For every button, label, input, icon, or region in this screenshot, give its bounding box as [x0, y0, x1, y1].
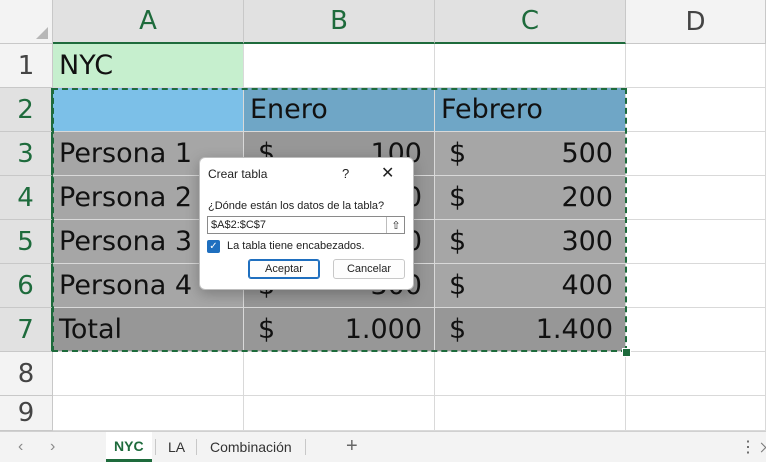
cell-c5-value: 300 — [561, 226, 613, 257]
range-question-label: ¿Dónde están los datos de la tabla? — [208, 200, 385, 212]
help-icon[interactable]: ? — [342, 166, 349, 181]
row-header-7[interactable]: 7 — [0, 308, 53, 352]
cell-d9[interactable] — [626, 396, 766, 431]
cell-a8[interactable] — [53, 352, 244, 396]
create-table-dialog: Crear tabla ? ✕ ¿Dónde están los datos d… — [199, 157, 414, 290]
more-options-icon[interactable]: ⋮ — [740, 437, 756, 457]
cell-d8[interactable] — [626, 352, 766, 396]
cell-d3[interactable] — [626, 132, 766, 176]
cell-c8[interactable] — [435, 352, 626, 396]
collapse-dialog-icon[interactable]: ⇧ — [386, 217, 405, 233]
currency-symbol: $ — [449, 138, 467, 169]
cell-c5[interactable]: $300 — [435, 220, 626, 264]
sheet-tab-combinacion[interactable]: Combinación — [202, 432, 300, 462]
cell-d4[interactable] — [626, 176, 766, 220]
tab-divider — [305, 439, 306, 455]
cell-a9[interactable] — [53, 396, 244, 431]
row-header-4[interactable]: 4 — [0, 176, 53, 220]
column-header-d[interactable]: D — [626, 0, 766, 44]
cell-d1[interactable] — [626, 44, 766, 88]
accept-button[interactable]: Aceptar — [248, 259, 320, 279]
column-header-a[interactable]: A — [53, 0, 244, 44]
cell-c1[interactable] — [435, 44, 626, 88]
row-header-8[interactable]: 8 — [0, 352, 53, 396]
currency-symbol: $ — [449, 182, 467, 213]
sheet-tab-nyc[interactable]: NYC — [106, 432, 152, 462]
cancel-button[interactable]: Cancelar — [333, 259, 405, 279]
row-header-6[interactable]: 6 — [0, 264, 53, 308]
has-headers-label[interactable]: La tabla tiene encabezados. — [227, 240, 365, 252]
currency-symbol: $ — [449, 226, 467, 257]
fill-handle[interactable] — [622, 348, 631, 357]
cell-a2[interactable] — [53, 88, 244, 132]
cell-b2[interactable]: Enero — [244, 88, 435, 132]
cell-b7[interactable]: $1.000 — [244, 308, 435, 352]
checkmark-icon: ✓ — [209, 241, 218, 252]
sheet-tab-la[interactable]: LA — [160, 432, 193, 462]
cell-c9[interactable] — [435, 396, 626, 431]
dialog-title: Crear tabla — [208, 167, 268, 181]
row-header-9[interactable]: 9 — [0, 396, 53, 431]
cell-d2[interactable] — [626, 88, 766, 132]
cell-c2[interactable]: Febrero — [435, 88, 626, 132]
currency-symbol: $ — [449, 270, 467, 301]
add-sheet-icon[interactable]: + — [346, 435, 358, 458]
cell-b1[interactable] — [244, 44, 435, 88]
select-all-triangle-icon — [36, 27, 48, 39]
previous-sheet-icon[interactable]: ‹ — [18, 438, 23, 456]
has-headers-checkbox[interactable]: ✓ — [207, 240, 220, 253]
cell-b9[interactable] — [244, 396, 435, 431]
cell-c6[interactable]: $400 — [435, 264, 626, 308]
column-header-b[interactable]: B — [244, 0, 435, 44]
range-input[interactable] — [207, 216, 405, 234]
sheet-tabs-bar: ‹ › NYC LA Combinación + ⋮ — [0, 431, 766, 462]
cell-a7[interactable]: Total — [53, 308, 244, 352]
currency-symbol: $ — [449, 314, 467, 345]
cell-d7[interactable] — [626, 308, 766, 352]
row-header-5[interactable]: 5 — [0, 220, 53, 264]
row-header-3[interactable]: 3 — [0, 132, 53, 176]
close-icon[interactable]: ✕ — [381, 163, 394, 183]
row-header-2[interactable]: 2 — [0, 88, 53, 132]
row-header-1[interactable]: 1 — [0, 44, 53, 88]
cell-b8[interactable] — [244, 352, 435, 396]
scroll-left-icon[interactable] — [756, 442, 766, 453]
tab-divider — [196, 439, 197, 455]
cell-a1[interactable]: NYC — [53, 44, 244, 88]
cell-c7-value: 1.400 — [535, 314, 613, 345]
cell-c3-value: 500 — [561, 138, 613, 169]
cell-d6[interactable] — [626, 264, 766, 308]
cell-d5[interactable] — [626, 220, 766, 264]
select-all-corner[interactable] — [0, 0, 53, 44]
tab-divider — [155, 439, 156, 455]
column-header-c[interactable]: C — [435, 0, 626, 44]
cell-c7[interactable]: $1.400 — [435, 308, 626, 352]
cell-c4-value: 200 — [561, 182, 613, 213]
cell-b7-value: 1.000 — [344, 314, 422, 345]
currency-symbol: $ — [258, 314, 276, 345]
next-sheet-icon[interactable]: › — [50, 438, 55, 456]
cell-c4[interactable]: $200 — [435, 176, 626, 220]
cell-c6-value: 400 — [561, 270, 613, 301]
cell-c3[interactable]: $500 — [435, 132, 626, 176]
